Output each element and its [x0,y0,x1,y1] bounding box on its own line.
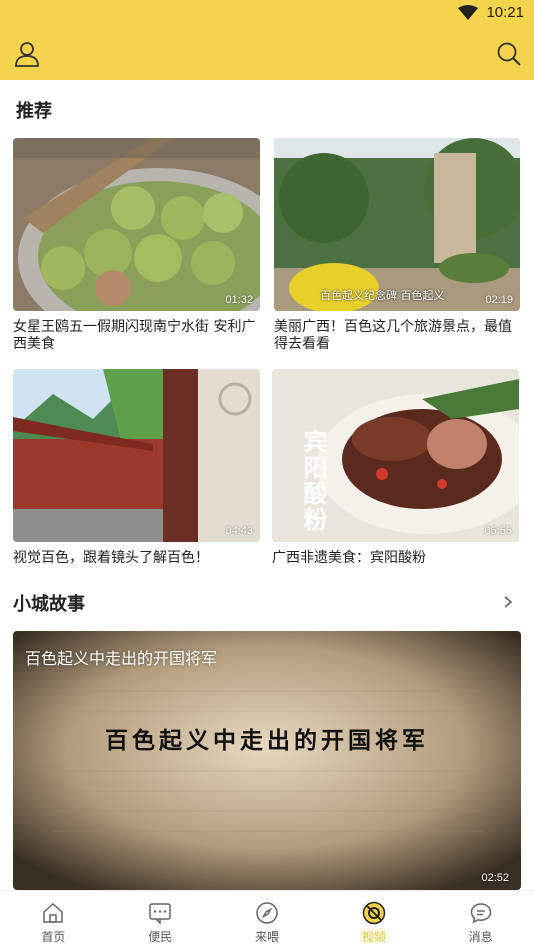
video-caption[interactable]: 广西非遗美食：宾阳酸粉 [272,550,519,567]
profile-icon[interactable] [13,40,41,68]
video-card[interactable]: 04:43 视觉百色，跟着镜头了解百色！ [13,369,260,569]
section-title-town-stories: 小城故事 [13,594,85,615]
featured-video-card[interactable]: 百色起义中走出的开国将军 百色起义中走出的开国将军 02:52 [13,631,521,890]
video-duration: 02:19 [485,294,513,306]
tab-services[interactable]: 便民 [107,891,214,949]
tab-label: 首页 [41,930,66,944]
video-duration: 02:52 [481,872,509,884]
status-time: 10:21 [486,4,524,21]
chevron-right-icon[interactable] [502,595,514,609]
video-thumbnail[interactable]: 04:43 [13,369,260,542]
featured-video-thumbnail[interactable] [13,631,521,890]
featured-video-center-text: 百色起义中走出的开国将军 [105,727,429,754]
tab-home[interactable]: 首页 [0,891,107,949]
tab-label: 消息 [468,930,493,944]
video-overlay-text: 宾阳酸粉 [299,429,328,533]
video-overlay-text: 百色起义纪念碑 百色起义 [320,289,445,302]
video-card[interactable]: 01:32 女星王鸥五一假期闪现南宁水街 安利广西美食 [13,138,260,353]
video-thumbnail[interactable]: 宾阳酸粉 05:55 [272,369,519,542]
home-icon [43,902,64,923]
section-title-recommend: 推荐 [16,101,52,122]
video-duration: 04:43 [225,525,253,537]
video-caption[interactable]: 女星王鸥五一假期闪现南宁水街 安利广西美食 [13,319,260,353]
video-duration: 05:55 [484,525,512,537]
video-thumbnail[interactable]: 百色起义纪念碑 百色起义 02:19 [274,138,520,311]
video-caption[interactable]: 视觉百色，跟着镜头了解百色！ [13,550,260,567]
compass-icon [256,902,278,924]
status-bar: 10:21 [0,0,534,28]
tab-discover[interactable]: 来喂 [214,891,321,949]
video-caption[interactable]: 美丽广西！百色这几个旅游景点，最值得去看看 [274,319,520,353]
video-card[interactable]: 百色起义纪念碑 百色起义 02:19 美丽广西！百色这几个旅游景点，最值得去看看 [274,138,520,353]
video-duration: 01:32 [225,294,253,306]
tab-label: 来喂 [254,930,279,944]
video-thumbnail[interactable]: 01:32 [13,138,260,311]
video-icon [362,901,386,925]
chat-icon [149,903,171,925]
featured-video-title: 百色起义中走出的开国将军 [25,649,218,668]
wifi-icon [458,4,479,20]
tab-label: 便民 [148,930,173,944]
bottom-tab-bar: 首页 便民 来喂 视频 消息 [0,890,534,949]
tab-label: 视频 [361,930,386,944]
tab-messages[interactable]: 消息 [427,891,534,949]
app-bar [0,28,534,80]
search-icon[interactable] [495,40,523,68]
tab-video[interactable]: 视频 [320,891,427,949]
message-icon [470,903,491,924]
video-card[interactable]: 宾阳酸粉 05:55 广西非遗美食：宾阳酸粉 [272,369,519,569]
